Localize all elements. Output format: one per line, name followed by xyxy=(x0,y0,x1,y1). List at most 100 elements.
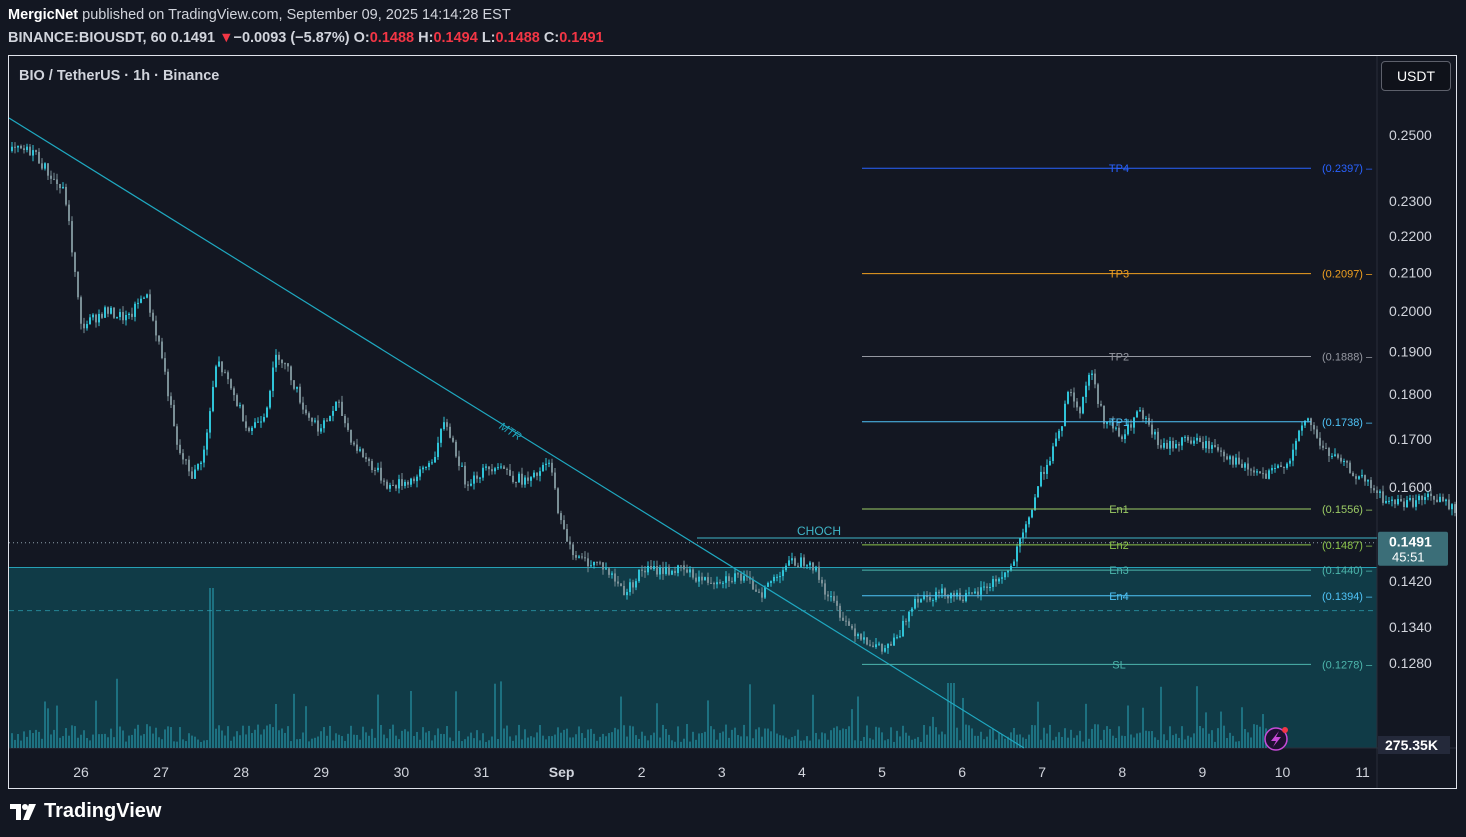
candle-body xyxy=(1049,460,1051,465)
candle-body xyxy=(1295,440,1297,450)
volume-bar xyxy=(1124,736,1126,748)
volume-bar xyxy=(509,736,511,748)
volume-bar xyxy=(365,732,367,748)
candle-body xyxy=(263,417,265,422)
volume-bar xyxy=(1184,739,1186,748)
volume-bar xyxy=(851,709,853,748)
candle-body xyxy=(299,386,301,403)
candle-body xyxy=(314,420,316,422)
candle-body xyxy=(632,582,634,588)
candle-body xyxy=(671,570,673,575)
candle-body xyxy=(653,566,655,570)
close-label: C: xyxy=(543,30,560,46)
candle-body xyxy=(152,312,154,321)
candle-body xyxy=(662,567,664,574)
candle-body xyxy=(380,467,382,481)
candle-body xyxy=(1418,495,1420,501)
candle-body xyxy=(467,484,469,486)
volume-bar xyxy=(911,739,913,748)
volume-bar xyxy=(998,732,1000,748)
candle-body xyxy=(731,581,733,583)
volume-bar xyxy=(539,725,541,748)
candle-body xyxy=(1289,460,1291,464)
candle-body xyxy=(188,459,190,472)
candle-body xyxy=(587,558,589,567)
level-value: (0.1888) – xyxy=(1322,351,1373,363)
volume-bar xyxy=(1004,738,1006,748)
candle-body xyxy=(266,407,268,418)
y-tick-label: 0.1900 xyxy=(1389,343,1432,359)
volume-bar xyxy=(923,724,925,748)
candle-body xyxy=(932,600,934,602)
candle-body xyxy=(710,582,712,584)
candle-body xyxy=(1352,472,1354,477)
volume-bar xyxy=(1253,724,1255,748)
volume-bar xyxy=(299,738,301,748)
currency-button[interactable]: USDT xyxy=(1381,61,1451,91)
candle-body xyxy=(17,145,19,148)
candle-body xyxy=(68,204,70,222)
volume-bar xyxy=(941,731,943,748)
candle-body xyxy=(20,145,22,149)
volume-bar xyxy=(653,732,655,748)
volume-bar xyxy=(1013,727,1015,748)
level-value: (0.1394) – xyxy=(1322,591,1373,603)
candle-body xyxy=(536,472,538,476)
candle-body xyxy=(677,565,679,574)
candle-body xyxy=(1187,436,1189,441)
volume-bar xyxy=(272,727,274,748)
candle-body xyxy=(434,456,436,463)
candle-body xyxy=(1088,374,1090,386)
volume-bar xyxy=(470,732,472,748)
volume-bar xyxy=(713,729,715,748)
candle-body xyxy=(77,271,79,298)
volume-bar xyxy=(347,733,349,748)
candle-body xyxy=(1013,561,1015,566)
volume-bar xyxy=(1070,729,1072,748)
tradingview-logo[interactable]: TradingView xyxy=(10,800,161,823)
volume-bar xyxy=(305,706,307,748)
volume-bar xyxy=(659,737,661,748)
volume-bar xyxy=(497,738,499,748)
candle-body xyxy=(590,565,592,567)
candle-body xyxy=(1226,456,1228,460)
candle-body xyxy=(1223,451,1225,457)
candle-body xyxy=(308,413,310,418)
publisher-name: MergicNet xyxy=(8,7,79,23)
candle-body xyxy=(461,465,463,467)
candle-body xyxy=(1379,491,1381,493)
candle-body xyxy=(1376,490,1378,493)
publish-text: published on TradingView.com, September … xyxy=(82,7,511,23)
candle-body xyxy=(740,573,742,581)
volume-bar xyxy=(623,725,625,748)
x-tick-label: Sep xyxy=(549,764,575,780)
candle-body xyxy=(323,420,325,429)
candle-body xyxy=(1265,473,1267,479)
volume-bar xyxy=(209,588,211,748)
volume-bar xyxy=(371,728,373,748)
volume-bar xyxy=(374,737,376,748)
candle-body xyxy=(65,186,67,205)
open-value: 0.1488 xyxy=(369,30,415,46)
volume-bar xyxy=(554,734,556,748)
volume-bar xyxy=(791,737,793,748)
candle-body xyxy=(755,589,757,592)
volume-bar xyxy=(140,735,142,748)
candle-body xyxy=(1373,488,1375,491)
candle-body xyxy=(1133,417,1135,428)
price-chart[interactable]: 0.2500 0.2300 0.2200 0.2100 0.2000 0.1900 0.18… xyxy=(9,56,1456,788)
volume-bar xyxy=(896,730,898,748)
volume-bar xyxy=(20,740,22,748)
candle-body xyxy=(674,570,676,574)
level-label: SL xyxy=(1112,659,1125,671)
volume-bar xyxy=(203,740,205,748)
open-label: O: xyxy=(353,30,370,46)
volume-bar xyxy=(1232,735,1234,748)
candle-body xyxy=(1193,440,1195,444)
volume-bar xyxy=(71,725,73,748)
volume-bar xyxy=(752,738,754,748)
candle-body xyxy=(995,578,997,582)
candle-body xyxy=(542,464,544,472)
y-tick-label: 0.1420 xyxy=(1389,573,1432,589)
volume-bar xyxy=(110,728,112,748)
